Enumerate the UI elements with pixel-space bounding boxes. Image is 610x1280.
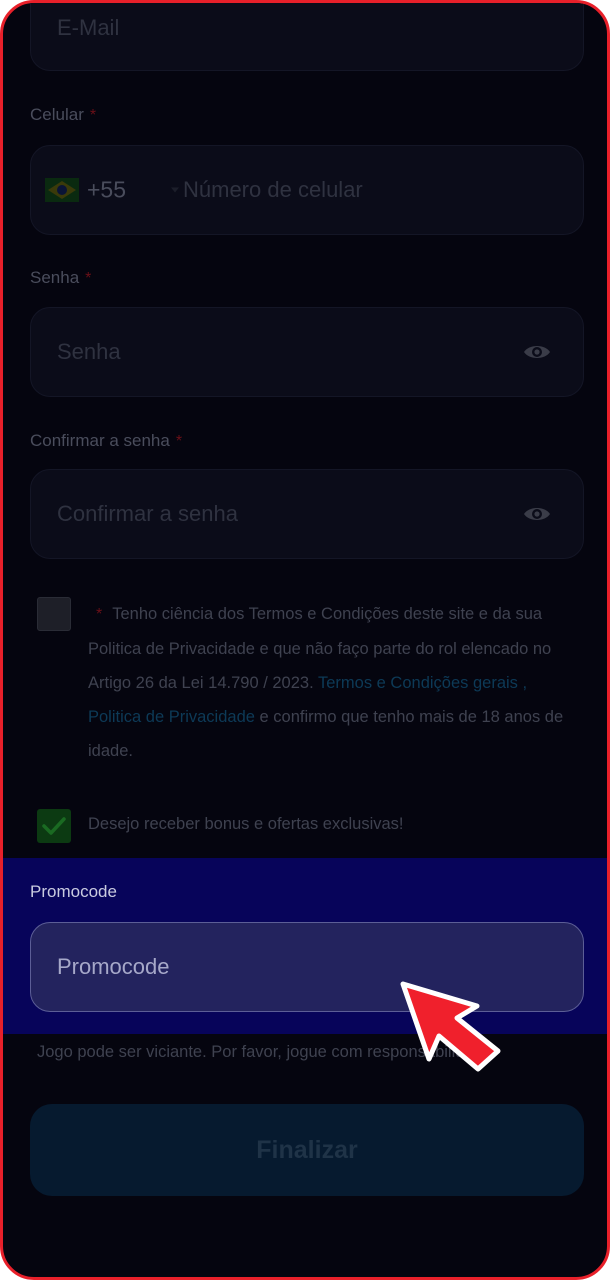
promocode-section: Promocode Promocode [3,858,607,1034]
app-frame: E-Mail Celular * +55 Número de celular Se… [0,0,610,1280]
required-mark: * [175,433,183,450]
confirm-password-input[interactable]: Confirmar a senha [30,469,584,559]
check-icon [42,817,66,835]
terms-text: * Tenho ciência dos Termos e Condições de… [88,605,564,760]
terms-separator: , [522,674,528,692]
promocode-label: Promocode [30,882,117,901]
required-mark: * [85,270,92,287]
email-input[interactable]: E-Mail [30,3,584,71]
bonus-label: Desejo receber bonus e ofertas exclusiva… [88,815,404,833]
terms-link[interactable]: Termos e Condições gerais [318,674,518,692]
brazil-flag-icon[interactable] [45,178,79,202]
confirm-password-placeholder: Confirmar a senha [57,501,238,526]
phone-label: Celular * [30,105,97,124]
required-mark: * [96,606,103,623]
phone-placeholder: Número de celular [183,177,363,202]
phone-input[interactable]: +55 Número de celular [30,145,584,235]
email-placeholder: E-Mail [57,15,120,40]
password-input[interactable]: Senha [30,307,584,397]
required-mark: * [89,107,97,124]
password-label: Senha * [30,268,92,287]
eye-icon[interactable] [523,504,551,524]
password-placeholder: Senha [57,339,121,364]
terms-checkbox[interactable] [37,597,71,631]
finalize-button[interactable]: Finalizar [30,1104,584,1196]
eye-icon[interactable] [523,342,551,362]
pointer-arrow-icon [400,981,501,1072]
confirm-password-label: Confirmar a senha * [30,431,183,450]
chevron-down-icon[interactable] [171,187,179,193]
promocode-placeholder: Promocode [57,954,170,979]
bonus-checkbox[interactable] [37,809,71,843]
privacy-link[interactable]: Politica de Privacidade [88,708,255,726]
dial-code[interactable]: +55 [87,177,126,204]
